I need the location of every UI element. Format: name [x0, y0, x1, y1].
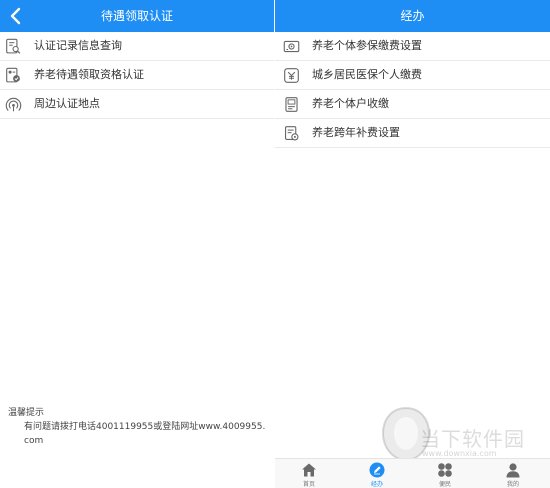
watermark-url: www.downxia.com [422, 449, 497, 458]
collection-icon [285, 97, 298, 112]
tip-body: 有问题请拨打电话4001119955或登陆网址www.4009955.com [24, 422, 266, 446]
menu-item-label: 城乡居民医保个人缴费 [312, 68, 422, 81]
bottom-tab-bar: 首页 经办 便民 我的 [275, 458, 550, 488]
tab-label: 我的 [506, 481, 519, 488]
watermark-logo-icon [381, 406, 431, 462]
left-header: 待遇领取认证 [0, 0, 274, 32]
right-header: 经办 [275, 0, 550, 32]
menu-item-label: 养老个体户收缴 [312, 97, 389, 110]
service-menu-list: 养老个体参保缴费设置 城乡居民医保个人缴费 养老个体户收缴 养老跨年补费设置 [275, 32, 550, 148]
menu-item-self-employed-collection[interactable]: 养老个体户收缴 [275, 90, 550, 119]
menu-item-nearby-locations[interactable]: 周边认证地点 [0, 90, 274, 119]
menu-item-pension-certify[interactable]: 养老待遇领取资格认证 [0, 61, 274, 90]
menu-item-label: 周边认证地点 [34, 97, 100, 110]
menu-item-medical-insurance-payment[interactable]: 城乡居民医保个人缴费 [275, 61, 550, 90]
settings-card-icon [283, 40, 300, 53]
home-icon [302, 463, 316, 477]
menu-item-label: 养老待遇领取资格认证 [34, 68, 144, 81]
edit-circle-icon [369, 462, 385, 478]
tip-title: 温馨提示 [8, 408, 45, 418]
menu-item-label: 养老个体参保缴费设置 [312, 39, 422, 52]
tab-home[interactable]: 首页 [279, 459, 339, 488]
page-title: 待遇领取认证 [100, 9, 173, 23]
menu-item-pension-payment-settings[interactable]: 养老个体参保缴费设置 [275, 32, 550, 61]
tab-mine[interactable]: 我的 [483, 459, 543, 488]
menu-item-label: 养老跨年补费设置 [312, 126, 400, 139]
left-screen: 待遇领取认证 认证记录信息查询 养老待遇领取资格认证 周边认证地点 温馨提示 有… [0, 0, 274, 488]
menu-item-record-query[interactable]: 认证记录信息查询 [0, 32, 274, 61]
watermark: 当下软件园 www.downxia.com [380, 405, 550, 465]
tab-service[interactable]: 经办 [347, 459, 407, 488]
help-tip: 温馨提示 有问题请拨打电话4001119955或登陆网址www.4009955.… [8, 406, 270, 448]
menu-item-label: 认证记录信息查询 [34, 39, 122, 52]
menu-item-cross-year-settings[interactable]: 养老跨年补费设置 [275, 119, 550, 148]
record-search-icon [6, 38, 21, 54]
grid-icon [438, 463, 452, 477]
medical-payment-icon [284, 68, 299, 83]
tab-label: 首页 [302, 481, 315, 488]
user-icon [506, 463, 520, 478]
watermark-text: 当下软件园 [420, 427, 525, 451]
tab-convenience[interactable]: 便民 [415, 459, 475, 488]
location-signal-icon [5, 97, 22, 112]
tab-label: 经办 [370, 481, 383, 488]
certify-check-icon [6, 67, 20, 83]
page-title: 经办 [400, 9, 425, 23]
cross-year-settings-icon [284, 126, 299, 141]
right-screen: 经办 养老个体参保缴费设置 城乡居民医保个人缴费 养老个体户收缴 养老跨年补费设… [275, 0, 550, 488]
auth-menu-list: 认证记录信息查询 养老待遇领取资格认证 周边认证地点 [0, 32, 274, 119]
tab-label: 便民 [438, 481, 451, 488]
